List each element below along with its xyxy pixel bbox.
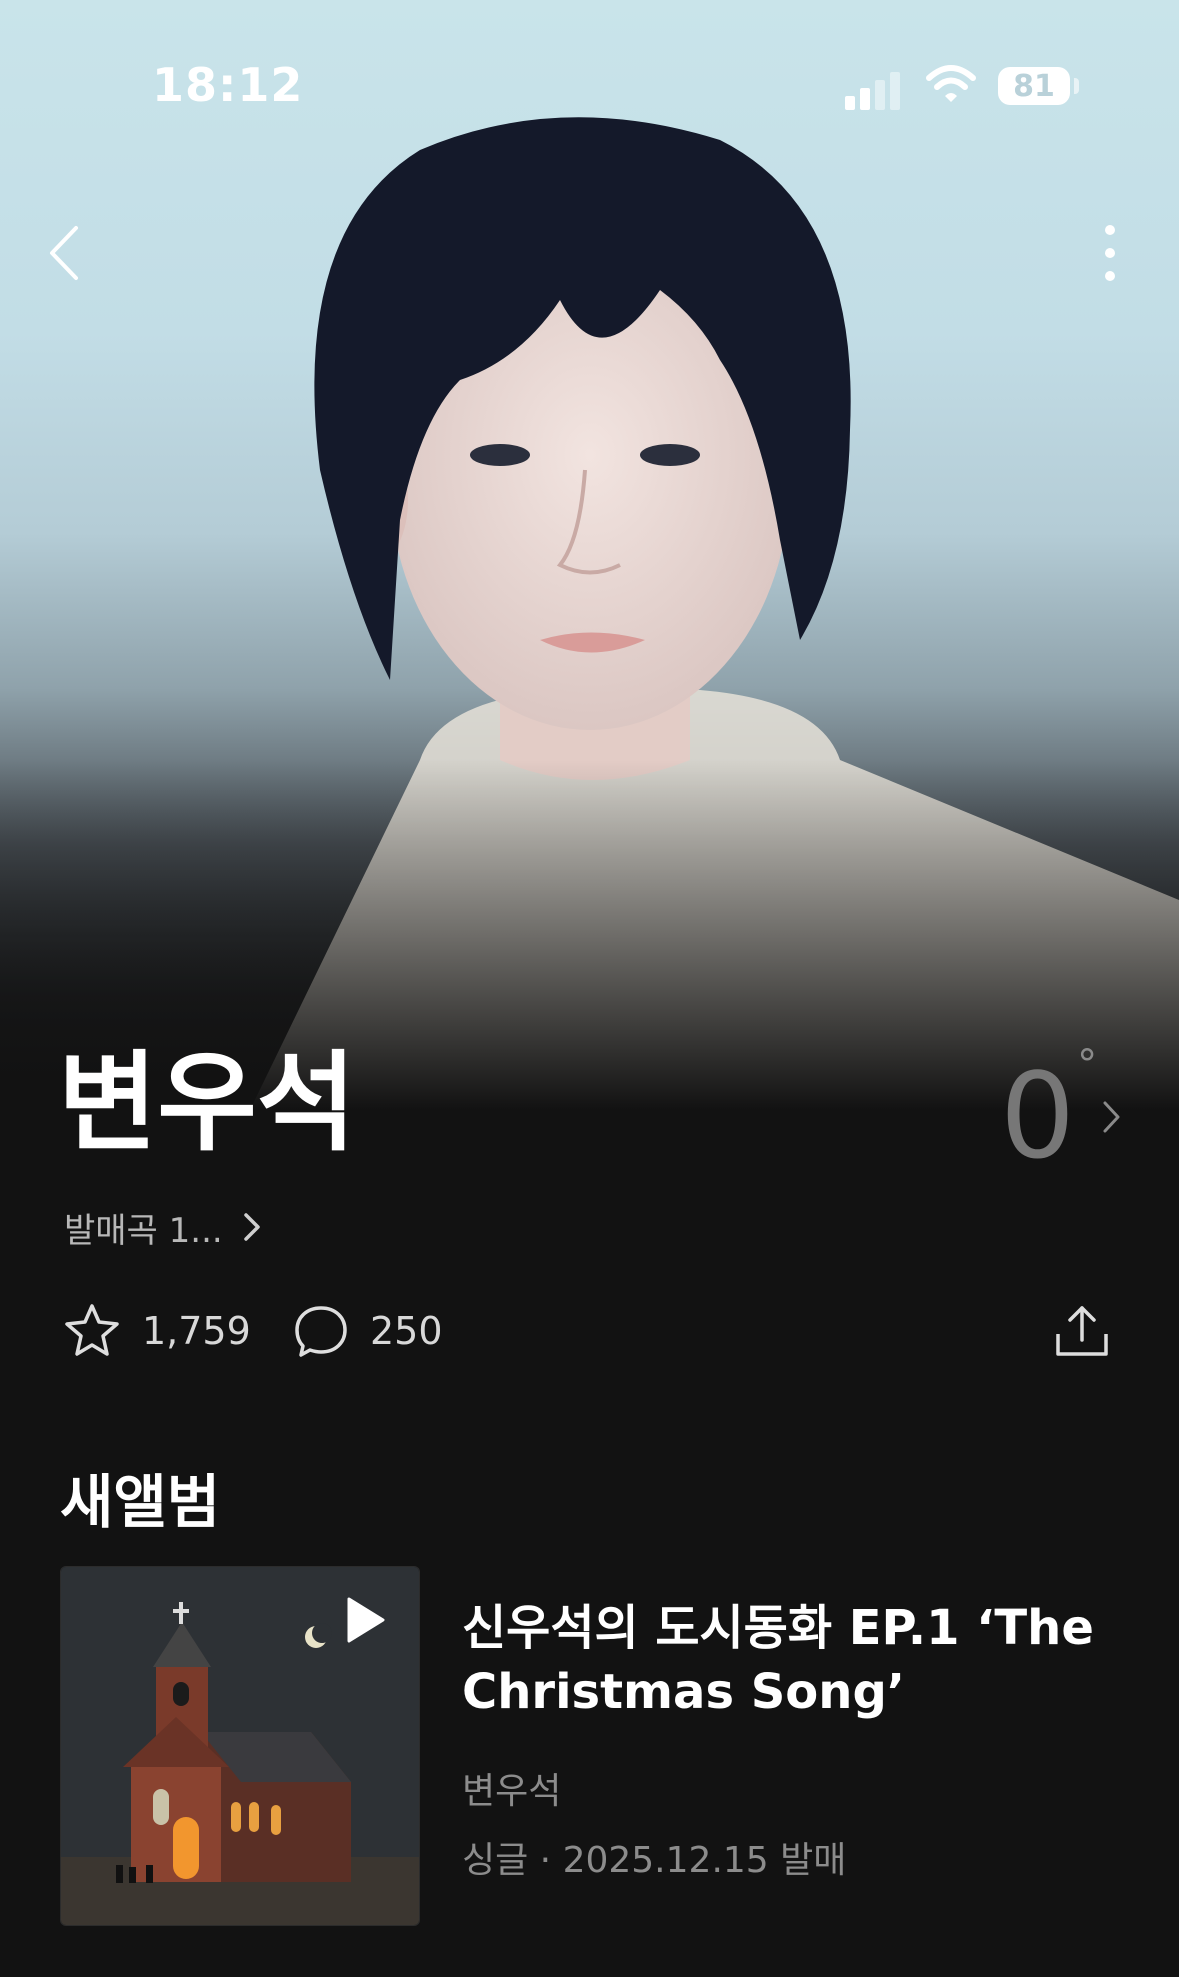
battery-tip <box>1074 78 1079 94</box>
more-options-button[interactable] <box>1090 218 1130 288</box>
artist-info-text: 발매곡 1... <box>64 1210 223 1251</box>
cellular-signal-icon <box>845 72 900 110</box>
status-bar: 18:12 81 <box>0 0 1179 170</box>
chevron-right-icon <box>1103 1101 1120 1133</box>
album-cover[interactable] <box>60 1566 420 1926</box>
artist-name: 변우석 <box>58 1041 357 1166</box>
speech-bubble-icon <box>295 1306 347 1357</box>
battery-indicator: 81 <box>998 67 1070 105</box>
comment-count: 250 <box>370 1309 443 1353</box>
new-album-card[interactable]: 신우석의 도시동화 EP.1 ‘The Christmas Song’ 변우석 … <box>60 1566 1120 1926</box>
action-row: 1,759 250 <box>62 1300 1122 1362</box>
fan-temperature-link[interactable]: 0 ° <box>1000 1042 1120 1185</box>
temperature-value: 0 <box>1000 1047 1076 1185</box>
play-icon[interactable] <box>343 1595 387 1645</box>
chevron-right-icon <box>243 1213 260 1241</box>
temperature-unit: ° <box>1077 1042 1098 1088</box>
back-button[interactable] <box>40 218 90 288</box>
share-button[interactable] <box>1052 1302 1112 1360</box>
artist-hero-image: 18:12 81 <box>0 0 1179 1110</box>
wifi-icon <box>926 65 976 102</box>
comment-button[interactable]: 250 <box>292 1300 443 1362</box>
like-count: 1,759 <box>142 1309 251 1353</box>
like-button[interactable]: 1,759 <box>62 1300 251 1362</box>
album-artist[interactable]: 변우석 <box>462 1762 561 1814</box>
section-title-new-album: 새앨범 <box>60 1468 221 1536</box>
status-time: 18:12 <box>152 58 304 112</box>
album-release-info: 싱글 · 2025.12.15 발매 <box>462 1840 847 1881</box>
album-title[interactable]: 신우석의 도시동화 EP.1 ‘The Christmas Song’ <box>462 1596 1112 1724</box>
artist-info-link[interactable]: 발매곡 1... <box>64 1203 263 1251</box>
star-icon <box>65 1304 119 1356</box>
